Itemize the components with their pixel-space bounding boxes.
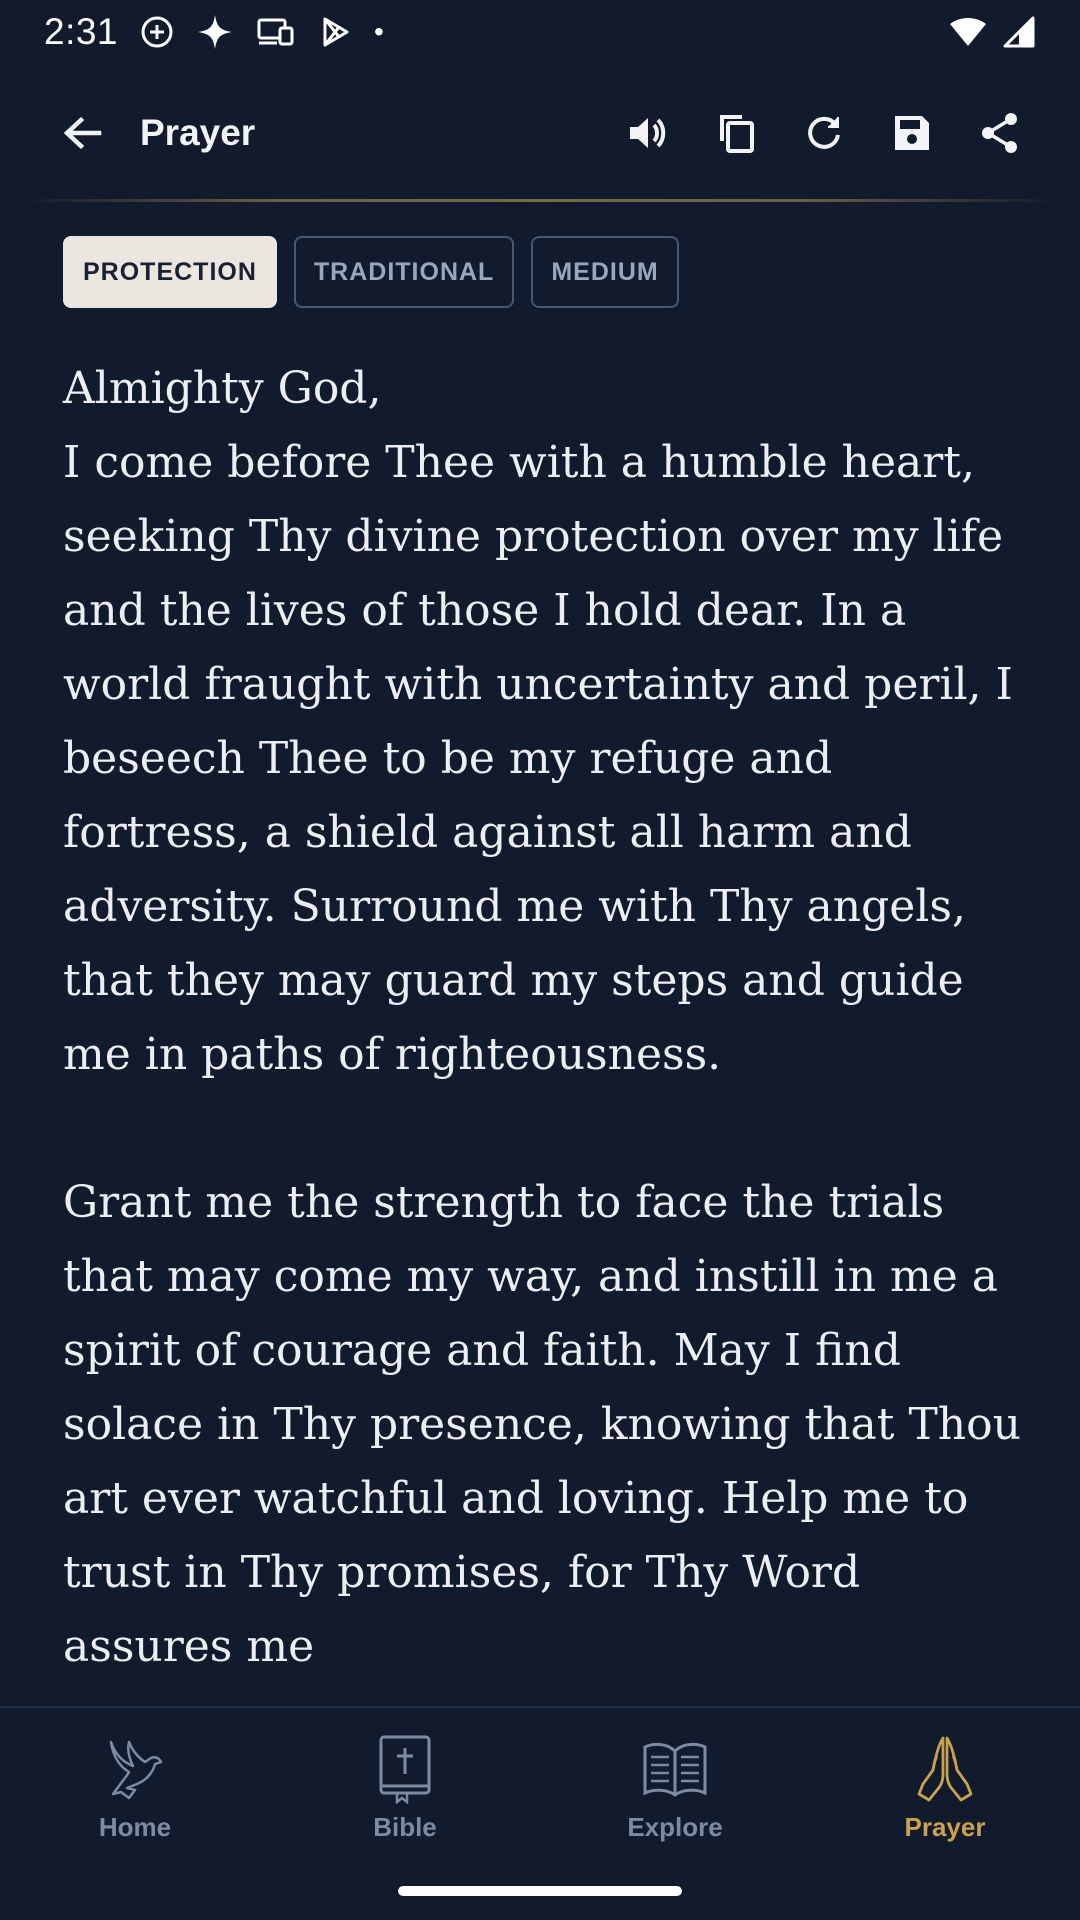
- play-store-icon: [318, 15, 352, 49]
- cast-devices-icon: [256, 16, 296, 48]
- open-book-icon: [641, 1732, 709, 1806]
- status-time: 2:31: [44, 11, 119, 52]
- home-indicator[interactable]: [398, 1886, 682, 1896]
- nav-label: Home: [98, 1812, 172, 1842]
- refresh-icon: [808, 116, 840, 149]
- prayer-text: Almighty God, I come before Thee with a …: [63, 352, 1023, 1684]
- app-actions: [608, 93, 1040, 173]
- volume-icon: [630, 118, 666, 148]
- read-aloud-button[interactable]: [608, 93, 688, 173]
- tag-medium[interactable]: MEDIUM: [531, 236, 679, 308]
- status-right: [948, 15, 1036, 49]
- prayer-paragraph: Grant me the strength to face the trials…: [63, 1177, 1021, 1672]
- app-bar: Prayer: [0, 80, 1080, 186]
- bible-icon: [377, 1732, 433, 1806]
- share-icon: [982, 113, 1017, 153]
- app-bar-divider: [20, 199, 1060, 202]
- arrow-back-icon: [63, 116, 102, 150]
- screen: 2:31 • Prayer PROTECTION TRADITIONAL MED…: [0, 0, 1080, 1920]
- copy-icon: [720, 115, 754, 153]
- sparkle-icon: [196, 13, 234, 51]
- copy-button[interactable]: [696, 93, 776, 173]
- nav-items: Home Bible Explore Prayer: [0, 1708, 1080, 1848]
- nav-item-home[interactable]: Home: [0, 1732, 270, 1848]
- page-title: Prayer: [140, 112, 256, 153]
- save-button[interactable]: [872, 93, 952, 173]
- prayer-tags: PROTECTION TRADITIONAL MEDIUM: [63, 236, 679, 308]
- nav-item-prayer[interactable]: Prayer: [810, 1732, 1080, 1848]
- back-button[interactable]: [42, 93, 122, 173]
- prayer-paragraph: Almighty God, I come before Thee with a …: [63, 363, 1013, 1080]
- nav-item-explore[interactable]: Explore: [540, 1732, 810, 1848]
- bottom-navigation: Home Bible Explore Prayer: [0, 1706, 1080, 1920]
- regenerate-button[interactable]: [784, 93, 864, 173]
- nav-item-bible[interactable]: Bible: [270, 1732, 540, 1848]
- tag-protection[interactable]: PROTECTION: [63, 236, 277, 308]
- nav-label: Prayer: [904, 1812, 986, 1842]
- tag-traditional[interactable]: TRADITIONAL: [293, 236, 515, 308]
- status-left: 2:31 •: [44, 11, 384, 53]
- signal-icon: [1002, 15, 1036, 49]
- add-circle-icon: [140, 15, 174, 49]
- praying-hands-icon: [915, 1732, 975, 1806]
- save-icon: [895, 116, 929, 150]
- status-bar: 2:31 •: [0, 0, 1080, 64]
- wifi-icon: [948, 16, 988, 48]
- dove-icon: [105, 1732, 165, 1806]
- notification-dot: •: [374, 16, 384, 47]
- share-button[interactable]: [960, 93, 1040, 173]
- nav-label: Explore: [627, 1812, 723, 1842]
- nav-label: Bible: [373, 1812, 437, 1842]
